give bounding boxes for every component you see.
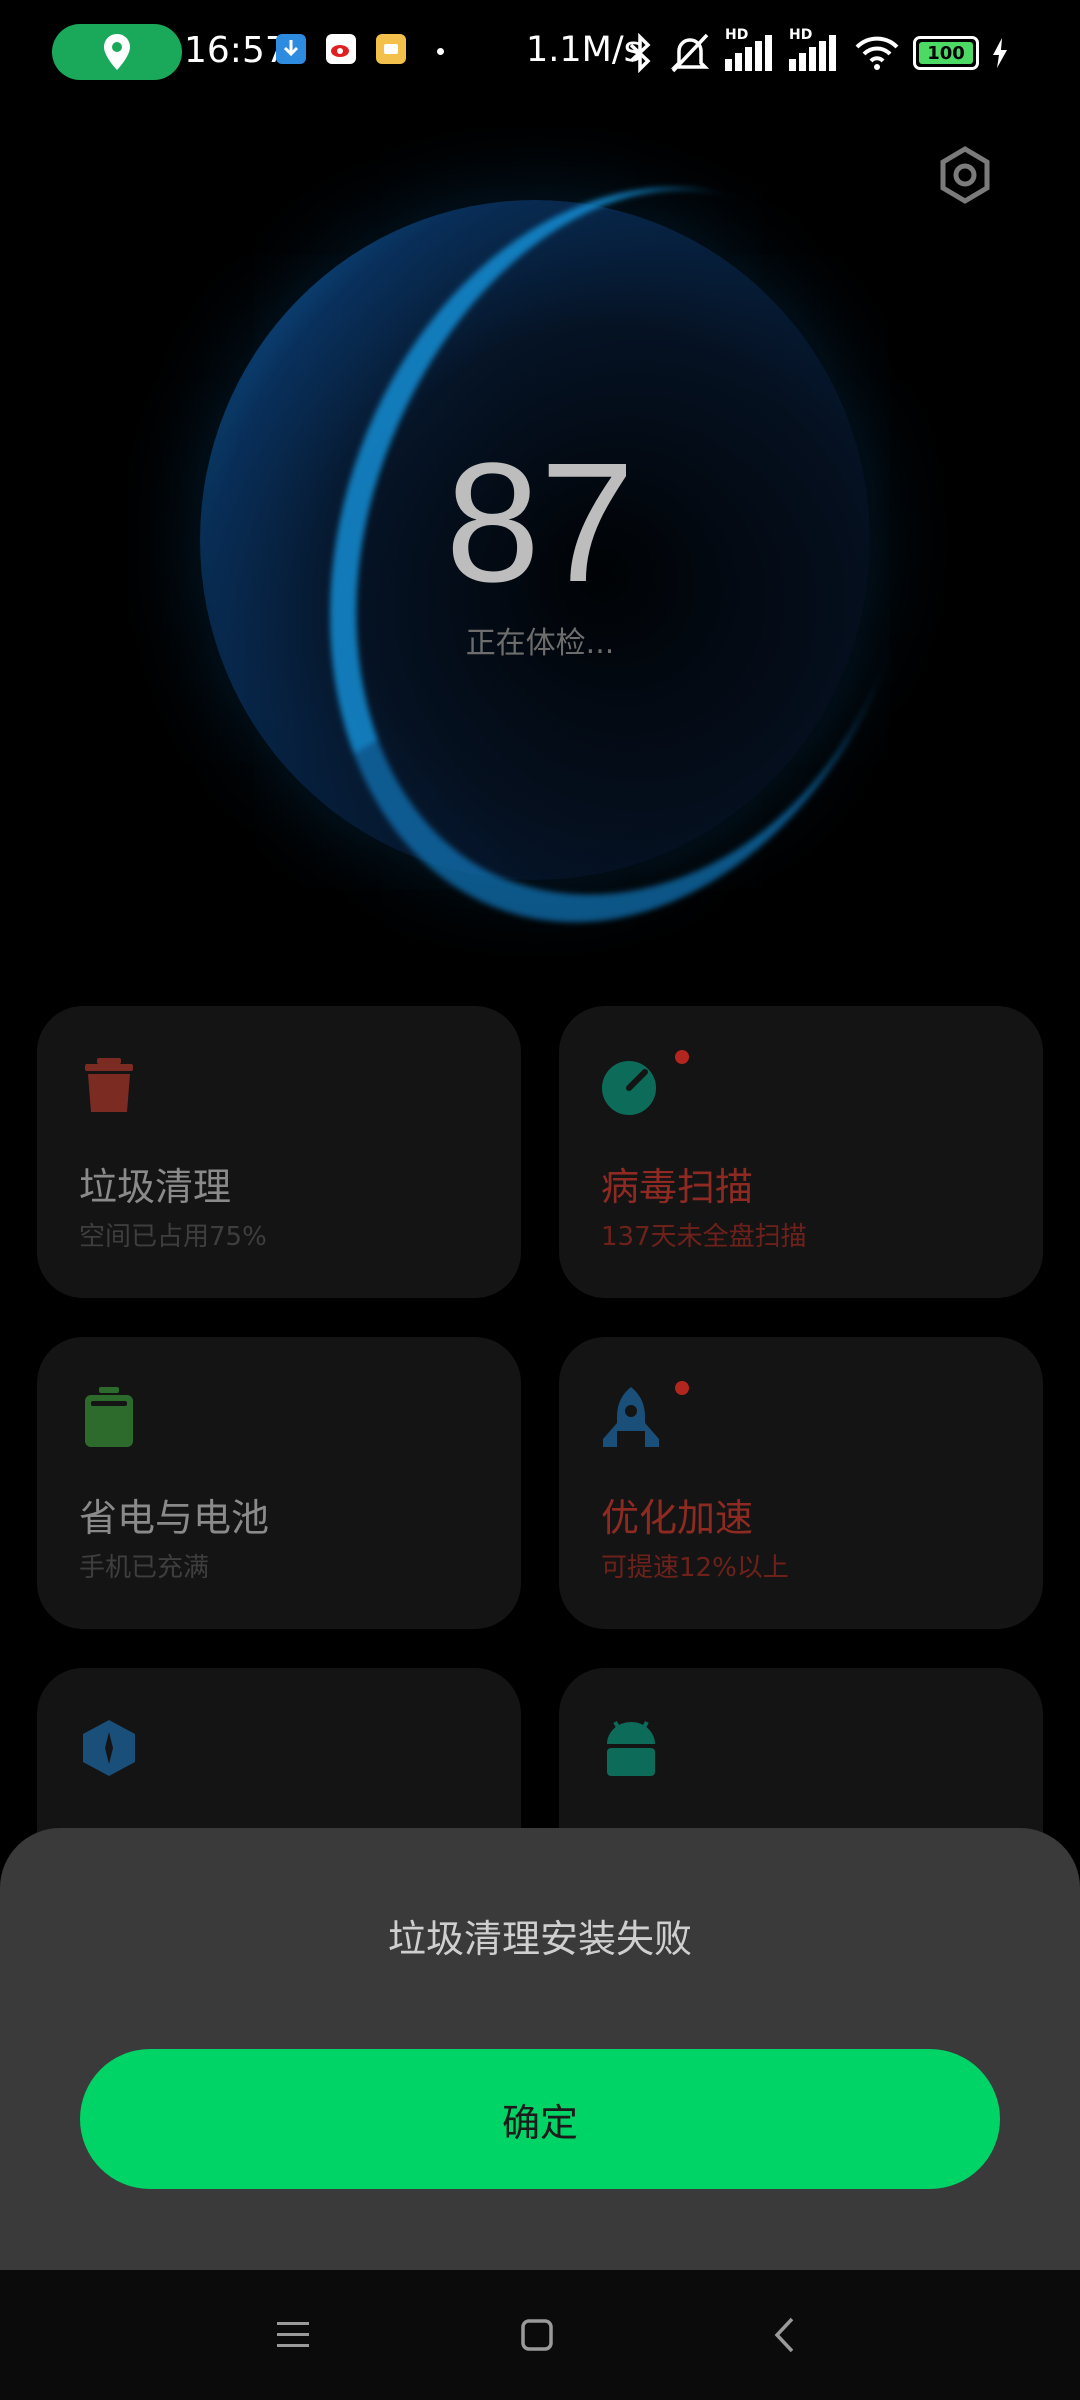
dialog-message: 垃圾清理安装失败	[387, 1917, 692, 1961]
home-button[interactable]	[507, 2305, 567, 2365]
navigation-bar	[0, 2270, 1080, 2400]
battery-indicator: 100	[913, 36, 979, 70]
clock: 16:57	[184, 30, 288, 71]
install-failed-dialog: 垃圾清理安装失败 确定	[0, 1828, 1080, 2270]
bluetooth-icon	[629, 33, 651, 73]
card-title: 垃圾清理	[79, 1165, 232, 1209]
android-icon	[607, 1720, 655, 1776]
location-pin-icon	[104, 34, 130, 70]
back-button[interactable]	[754, 2305, 814, 2365]
back-chevron-icon	[774, 2317, 794, 2353]
alert-dot	[675, 1050, 689, 1064]
card-title: 病毒扫描	[601, 1165, 754, 1209]
signal-2: HD	[789, 27, 841, 73]
confirm-button[interactable]: 确定	[80, 2049, 1000, 2189]
location-pill[interactable]	[52, 24, 182, 80]
rocket-icon	[603, 1387, 659, 1447]
card-subtitle: 可提速12%以上	[601, 1553, 789, 1583]
card-battery[interactable]: 省电与电池 手机已充满	[37, 1337, 521, 1629]
health-score: 87	[445, 428, 635, 618]
settings-button[interactable]	[935, 145, 995, 205]
alert-dot	[675, 1381, 689, 1395]
card-subtitle: 空间已占用75%	[79, 1222, 267, 1252]
card-junk-cleanup[interactable]: 垃圾清理 空间已占用75%	[37, 1006, 521, 1298]
shield-icon	[83, 1720, 135, 1776]
card-title: 优化加速	[601, 1496, 754, 1540]
charging-bolt-icon	[993, 38, 1007, 68]
battery-icon	[85, 1387, 133, 1447]
card-title: 省电与电池	[79, 1496, 270, 1540]
app-notification-icon	[376, 34, 406, 64]
card-optimize[interactable]: 优化加速 可提速12%以上	[559, 1337, 1043, 1629]
signal-1: HD	[725, 27, 777, 73]
signal-bars-icon	[789, 35, 836, 71]
status-icons: HD HD 100	[625, 27, 1009, 78]
card-subtitle: 137天未全盘扫描	[601, 1222, 807, 1252]
gear-hexagon-icon	[940, 146, 990, 204]
menu-icon	[277, 2322, 309, 2347]
security-center-screen: 16:57 1.1M/s HD HD 100 87 正在体检... 垃圾清理 空…	[0, 0, 1080, 2400]
weibo-notification-icon	[326, 34, 356, 64]
scan-gauge-icon	[602, 1061, 656, 1115]
card-subtitle: 手机已充满	[79, 1553, 210, 1583]
trash-icon	[85, 1058, 133, 1112]
scan-status: 正在体检...	[465, 626, 615, 661]
card-virus-scan[interactable]: 病毒扫描 137天未全盘扫描	[559, 1006, 1043, 1298]
wifi-icon	[855, 36, 899, 70]
home-square-icon	[521, 2319, 553, 2351]
signal-bars-icon	[725, 35, 772, 71]
recent-apps-button[interactable]	[263, 2305, 323, 2365]
download-notification-icon	[276, 34, 306, 64]
mute-bell-icon	[670, 33, 710, 73]
status-bar: 16:57 1.1M/s HD HD 100	[0, 0, 1080, 104]
more-notifications-dot	[437, 48, 444, 55]
